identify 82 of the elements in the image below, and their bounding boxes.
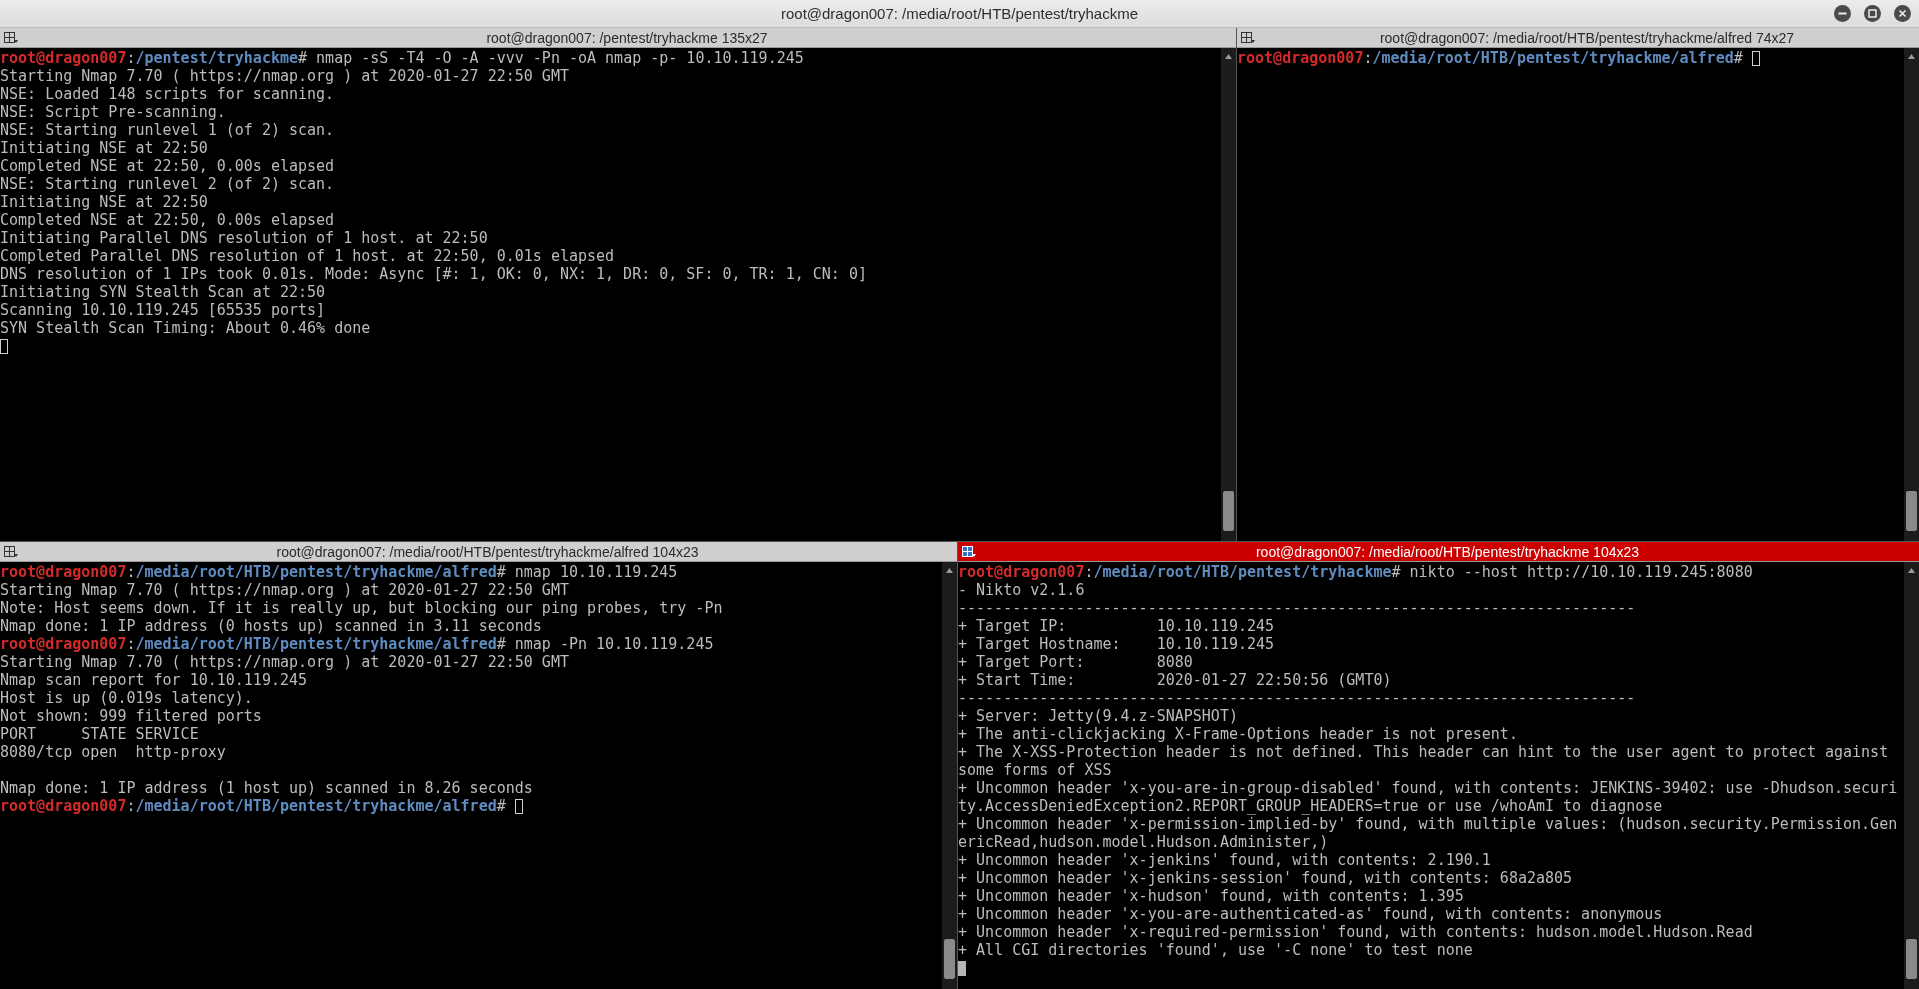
output-line: Initiating NSE at 22:50 [0, 139, 208, 157]
output-line: Nmap done: 1 IP address (0 hosts up) scanned in 3.11 seconds [0, 617, 542, 635]
output-line: Scanning 10.10.119.245 [65535 ports] [0, 301, 326, 319]
output-line: + All CGI directories 'found', use '-C none' to test none [958, 941, 1473, 959]
minimize-icon[interactable] [1834, 5, 1851, 22]
output-line: + Uncommon header 'x-jenkins' found, with contents: 2.190.1 [958, 851, 1491, 869]
pane-title: root@dragon007: /pentest/tryhackme 135x27 [485, 29, 769, 46]
prompt-line: root@dragon007:/media/root/HTB/pentest/tryhackme/alfred# nmap -Pn 10.10.119.245 [0, 635, 714, 653]
pane-title: root@dragon007: /media/root/HTB/pentest/tryhackme/alfred 104x23 [275, 543, 700, 560]
output-line: Not shown: 999 filtered ports [0, 707, 262, 725]
output-line: + Target Port: 8080 [958, 653, 1193, 671]
output-line: 8080/tcp open http-proxy [0, 743, 226, 761]
output-line: NSE: Starting runlevel 1 (of 2) scan. [0, 121, 335, 139]
close-icon[interactable] [1894, 5, 1911, 22]
output-line: Starting Nmap 7.70 ( https://nmap.org ) at 2020-01-27 22:50 GMT [0, 581, 569, 599]
prompt-line: root@dragon007:/media/root/HTB/pentest/tryhackme/alfred# [0, 797, 507, 815]
scrollbar-thumb[interactable] [944, 939, 955, 979]
text-cursor [0, 339, 8, 354]
output-line: Host is up (0.019s latency). [0, 689, 253, 707]
terminal-output[interactable]: root@dragon007:/media/root/HTB/pentest/tryhackme/alfred# [1237, 48, 1904, 541]
output-line: + Uncommon header 'x-you-are-in-group-disabled' found, with contents: JENKINS-39402: use -Dhudson.securi [958, 779, 1898, 797]
output-line: Completed NSE at 22:50, 0.00s elapsed [0, 211, 335, 229]
output-line: + Server: Jetty(9.4.z-SNAPSHOT) [958, 707, 1238, 725]
output-line: NSE: Loaded 148 scripts for scanning. [0, 85, 335, 103]
output-line: DNS resolution of 1 IPs took 0.01s. Mode: Async [#: 1, OK: 0, NX: 1, DR: 0, SF: 0, TR: 1, CN: 0] [0, 265, 867, 283]
output-line: Note: Host seems down. If it is really up, but blocking our ping probes, try -Pn [0, 599, 723, 617]
output-line: - Nikto v2.1.6 [958, 581, 1085, 599]
scroll-up-arrow-icon[interactable] [1907, 566, 1916, 576]
output-line: + Target IP: 10.10.119.245 [958, 617, 1275, 635]
scrollbar[interactable] [1904, 562, 1919, 989]
prompt-line: root@dragon007:/media/root/HTB/pentest/tryhackme/alfred# nmap 10.10.119.245 [0, 563, 678, 581]
output-line: Starting Nmap 7.70 ( https://nmap.org ) at 2020-01-27 22:50 GMT [0, 653, 569, 671]
output-line: Completed NSE at 22:50, 0.00s elapsed [0, 157, 335, 175]
prompt-line: root@dragon007:/media/root/HTB/pentest/tryhackme# nikto --host http://10.10.119.245:8080 [958, 563, 1753, 581]
output-line: + Target Hostname: 10.10.119.245 [958, 635, 1275, 653]
output-line: PORT STATE SERVICE [0, 725, 199, 743]
scroll-up-arrow-icon[interactable] [1907, 52, 1916, 62]
scrollbar-thumb[interactable] [1223, 491, 1234, 531]
prompt-line: root@dragon007:/media/root/HTB/pentest/tryhackme/alfred# [1237, 49, 1744, 67]
output-line: ty.AccessDeniedException2.REPORT_GROUP_HEADERS=true or use /whoAmI to diagnose [958, 797, 1663, 815]
output-line: + Uncommon header 'x-you-are-authenticated-as' found, with contents: anonymous [958, 905, 1663, 923]
scroll-up-arrow-icon[interactable] [945, 566, 954, 576]
output-line: Starting Nmap 7.70 ( https://nmap.org ) at 2020-01-27 22:50 GMT [0, 67, 569, 85]
terminal-output[interactable] [0, 48, 1221, 541]
terminal-menu-icon[interactable] [962, 545, 976, 558]
output-line: Initiating Parallel DNS resolution of 1 host. at 22:50 [0, 229, 488, 247]
terminal-output[interactable] [958, 562, 1904, 989]
text-cursor [958, 961, 966, 976]
output-line: + The anti-clickjacking X-Frame-Options header is not present. [958, 725, 1518, 743]
scrollbar-thumb[interactable] [1906, 939, 1917, 979]
output-line: + Uncommon header 'x-permission-implied-by' found, with multiple values: (hudson.security.Permission.Gen [958, 815, 1898, 833]
scroll-up-arrow-icon[interactable] [1224, 52, 1233, 62]
scrollbar-thumb[interactable] [1906, 491, 1917, 531]
output-line: NSE: Script Pre-scanning. [0, 103, 226, 121]
output-line: some forms of XSS [958, 761, 1112, 779]
terminal-menu-icon[interactable] [4, 31, 18, 44]
scrollbar[interactable] [1904, 48, 1919, 541]
output-line: + The X-XSS-Protection header is not defined. This header can hint to the user agent to protect against [958, 743, 1889, 761]
scrollbar[interactable] [942, 562, 957, 989]
output-line: + Uncommon header 'x-jenkins-session' found, with contents: 68a2a805 [958, 869, 1573, 887]
pane-title: root@dragon007: /media/root/HTB/pentest/tryhackme/alfred 74x27 [1378, 29, 1796, 46]
output-line: Completed Parallel DNS resolution of 1 host. at 22:50, 0.01s elapsed [0, 247, 615, 265]
scrollbar[interactable] [1221, 48, 1236, 541]
output-line: Initiating NSE at 22:50 [0, 193, 208, 211]
pane-title: root@dragon007: /media/root/HTB/pentest/tryhackme 104x23 [1254, 543, 1641, 560]
window-title: root@dragon007: /media/root/HTB/pentest/tryhackme [779, 5, 1140, 22]
output-line: + Start Time: 2020-01-27 22:50:56 (GMT0) [958, 671, 1392, 689]
prompt-line: root@dragon007:/pentest/tryhackme# nmap -sS -T4 -O -A -vvv -Pn -oA nmap -p- 10.10.119.245 [0, 49, 804, 67]
terminal-output[interactable] [0, 562, 942, 989]
output-line: --------------------------------------------------------------------------- [958, 689, 1636, 707]
output-line: Nmap scan report for 10.10.119.245 [0, 671, 308, 689]
maximize-icon[interactable] [1864, 5, 1881, 22]
output-line: --------------------------------------------------------------------------- [958, 599, 1636, 617]
output-line: Nmap done: 1 IP address (1 host up) scanned in 8.26 seconds [0, 779, 533, 797]
output-line: Initiating SYN Stealth Scan at 22:50 [0, 283, 326, 301]
output-line: + Uncommon header 'x-hudson' found, with contents: 1.395 [958, 887, 1464, 905]
output-line: + Uncommon header 'x-required-permission' found, with contents: hudson.model.Hudson.Read [958, 923, 1753, 941]
output-line: SYN Stealth Scan Timing: About 0.46% done [0, 319, 371, 337]
terminal-menu-icon[interactable] [1241, 31, 1255, 44]
output-line: NSE: Starting runlevel 2 (of 2) scan. [0, 175, 335, 193]
output-line: ericRead,hudson.model.Hudson.Administer,) [958, 833, 1329, 851]
terminal-menu-icon[interactable] [4, 545, 18, 558]
